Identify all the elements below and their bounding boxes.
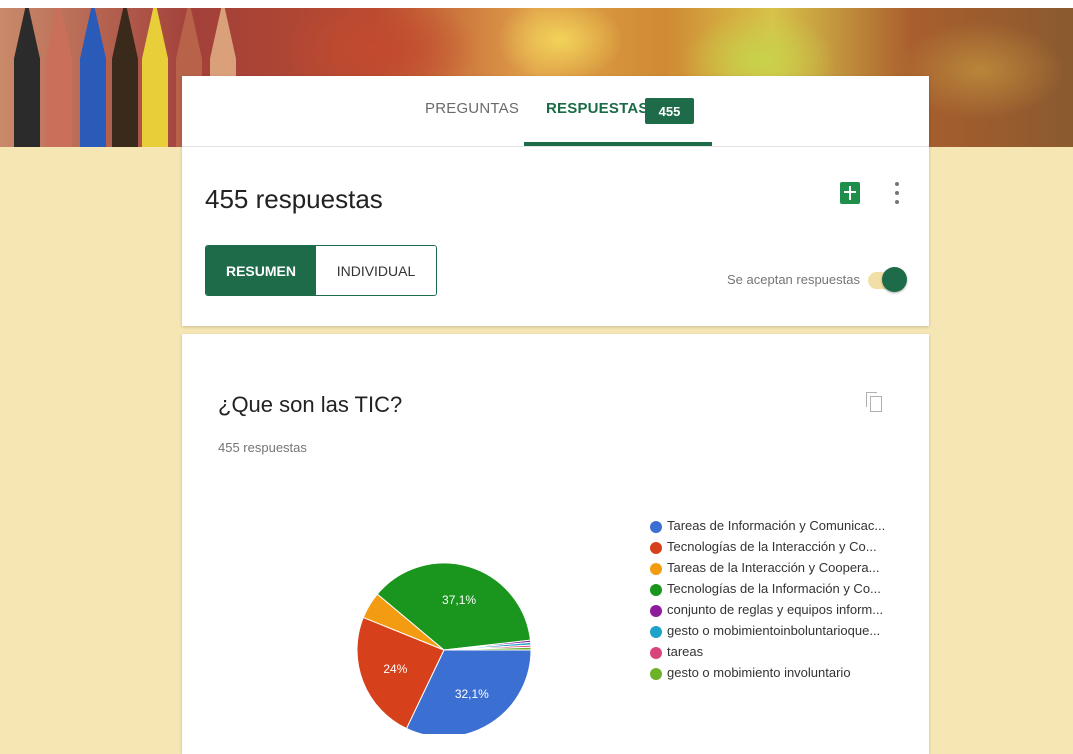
legend-label: gesto o mobimientoinboluntarioque...	[667, 623, 881, 638]
individual-button[interactable]: INDIVIDUAL	[316, 246, 436, 295]
legend-color-dot	[650, 668, 662, 680]
question-response-count: 455 respuestas	[218, 440, 307, 455]
pencil-decoration	[112, 0, 138, 147]
tab-preguntas[interactable]: PREGUNTAS	[425, 100, 519, 117]
legend-color-dot	[650, 563, 662, 575]
view-toggle: RESUMEN INDIVIDUAL	[205, 245, 437, 296]
copy-icon[interactable]	[866, 392, 882, 412]
response-count-badge: 455	[645, 98, 694, 124]
accepting-responses-toggle[interactable]	[868, 266, 907, 294]
summary-button[interactable]: RESUMEN	[206, 246, 316, 295]
pie-slice-label: 32,1%	[455, 687, 489, 701]
pie-slice-label: 24%	[383, 662, 407, 676]
tab-bar: PREGUNTAS RESPUESTAS 455	[182, 76, 929, 147]
legend-label: conjunto de reglas y equipos inform...	[667, 602, 884, 617]
sheets-icon[interactable]	[840, 182, 860, 204]
more-vert-icon[interactable]	[893, 180, 901, 206]
legend-label: Tecnologías de la Interacción y Co...	[667, 539, 877, 554]
responses-header-panel: PREGUNTAS RESPUESTAS 455 455 respuestas …	[182, 76, 929, 326]
pie-slice-label: 37,1%	[442, 593, 476, 607]
legend-color-dot	[650, 584, 662, 596]
pencil-decoration	[14, 0, 40, 147]
legend-label: tareas	[667, 644, 704, 659]
pencil-decoration	[46, 0, 72, 147]
legend-color-dot	[650, 647, 662, 659]
legend-label: Tareas de Información y Comunicac...	[667, 518, 886, 533]
active-tab-indicator	[524, 142, 712, 146]
legend-color-dot	[650, 605, 662, 617]
legend-label: gesto o mobimiento involuntario	[667, 665, 851, 680]
toggle-knob	[882, 267, 907, 292]
legend-color-dot	[650, 521, 662, 533]
pie-chart: 32,1% 24% 37,1%	[356, 562, 532, 734]
accepting-responses-label: Se aceptan respuestas	[727, 272, 860, 287]
question-summary-card: ¿Que son las TIC? 455 respuestas 32,1% 24…	[182, 334, 929, 754]
legend-label: Tareas de la Interacción y Coopera...	[667, 560, 880, 575]
legend-color-dot	[650, 542, 662, 554]
legend-label: Tecnologías de la Información y Co...	[667, 581, 881, 596]
legend-color-dot	[650, 626, 662, 638]
responses-count-title: 455 respuestas	[205, 184, 383, 214]
pencil-decoration	[80, 0, 106, 147]
top-strip	[0, 0, 1073, 8]
question-title: ¿Que son las TIC?	[218, 392, 403, 417]
tab-respuestas[interactable]: RESPUESTAS	[546, 100, 649, 117]
pencil-decoration	[142, 0, 168, 147]
